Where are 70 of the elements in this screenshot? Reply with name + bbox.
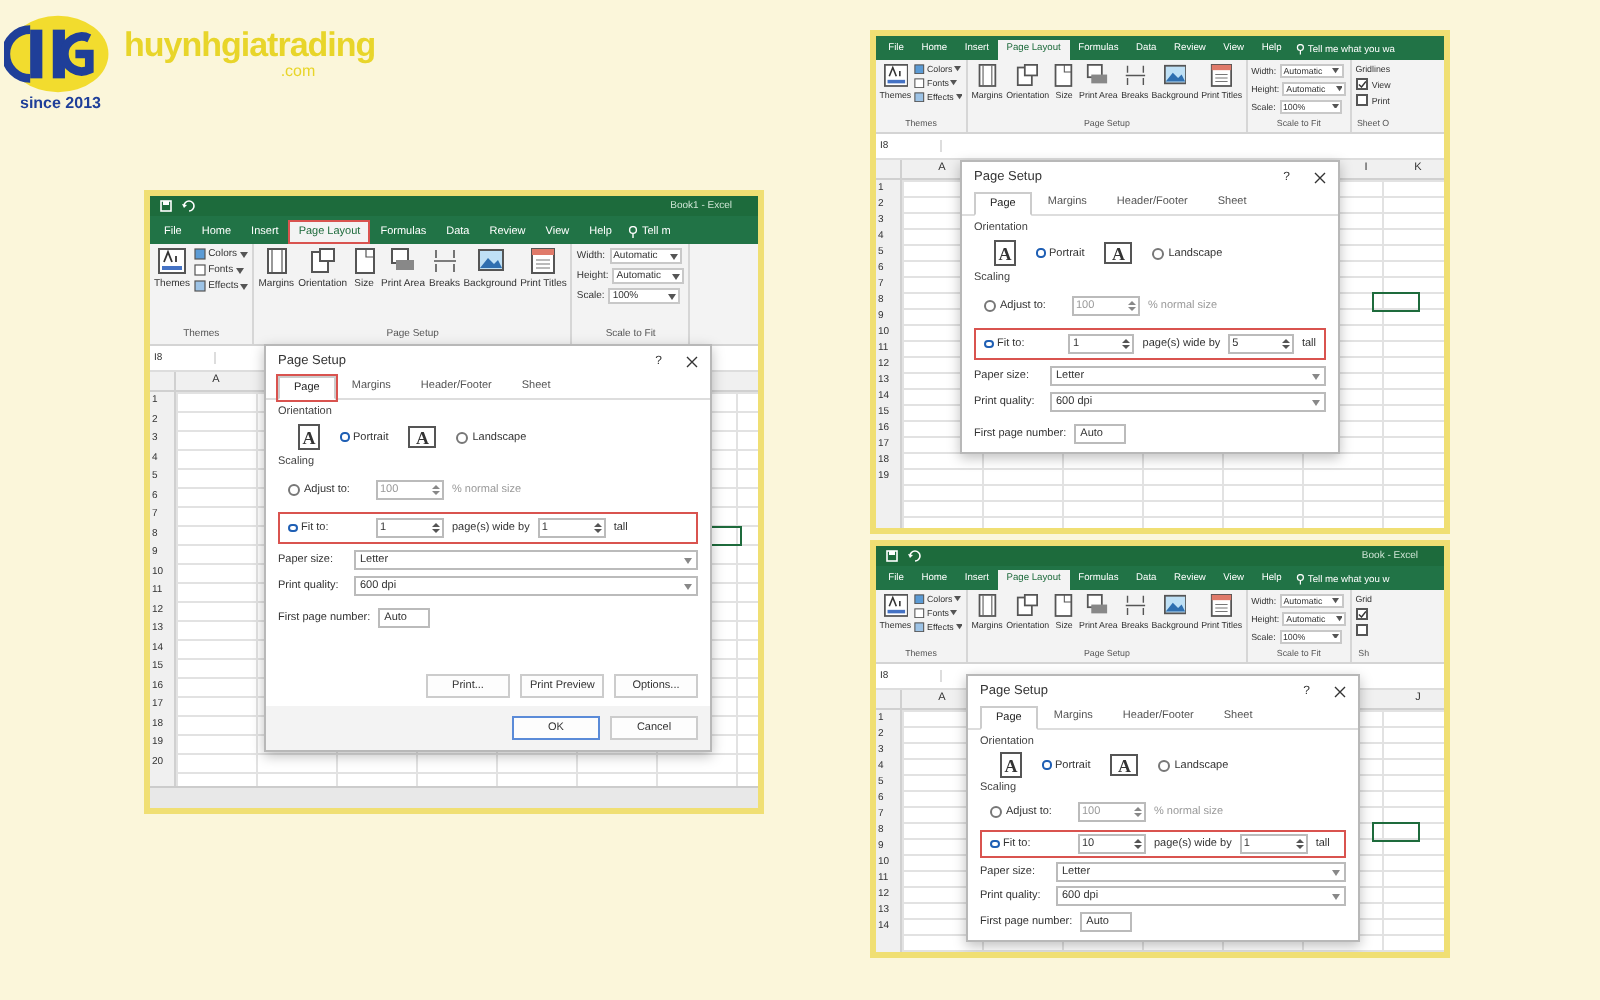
checkbox[interactable] [1355,93,1369,107]
swatch-icon [194,280,207,292]
undo-icon[interactable] [908,550,922,562]
caret-icon [1335,616,1343,622]
caret-icon [1312,399,1320,405]
swatch-icon [194,264,207,276]
page-icon: A [298,424,320,450]
landscape-image-icon [1163,594,1187,617]
brand-name: huynhgiatrading [124,28,376,64]
spinner-icon [1128,300,1136,312]
caret-icon [684,583,692,589]
close-icon[interactable] [1334,685,1346,697]
caret-icon [239,251,248,257]
lightbulb-icon [627,226,638,238]
spinner-icon [1295,838,1304,850]
checkbox[interactable] [1355,623,1369,637]
save-icon[interactable] [886,550,898,562]
caret-icon [1332,893,1340,899]
spinner-icon [1134,806,1142,818]
swatch-icon [914,92,926,103]
page-break-icon [1123,64,1147,87]
swatch-icon [914,622,926,633]
spinner-icon [1134,838,1142,850]
swatch-icon [194,248,207,260]
caret-icon [1312,373,1320,379]
spinner-icon [1122,338,1131,350]
close-icon[interactable] [686,355,698,367]
active-cell[interactable] [1372,822,1420,843]
brand-domain: .com [280,64,316,80]
caret-icon [684,557,692,563]
close-icon[interactable] [1314,171,1326,183]
page-icon: A [1110,754,1139,776]
undo-icon[interactable] [182,200,196,212]
page-break-icon [1123,594,1147,617]
spinner-icon [432,484,440,496]
page-icon: A [994,240,1016,266]
swatch-icon [914,78,926,89]
swatch-icon [914,608,926,619]
page-icon: A [408,426,437,448]
lightbulb-icon [1295,44,1305,56]
brand-tagline: since 2013 [20,94,101,112]
swatch-icon [914,594,926,605]
caret-icon [1332,103,1340,109]
caret-icon [1332,869,1340,875]
caret-icon [1332,633,1340,639]
caret-icon [669,253,678,259]
checkmark-icon [1357,609,1367,619]
caret-icon [235,267,244,273]
checkbox[interactable] [1355,77,1369,91]
caret-icon [1332,68,1340,74]
caret-icon [1335,86,1343,92]
logo-icon [4,14,112,94]
page-icon: A [1000,752,1022,778]
caret-icon [240,283,249,289]
spinner-icon [1281,338,1290,350]
caret-icon [668,293,677,299]
lightbulb-icon [1295,574,1305,586]
save-icon[interactable] [160,200,172,212]
spinner-icon [593,522,602,534]
landscape-image-icon [477,248,504,274]
swatch-icon [914,64,926,75]
caret-icon [672,273,681,279]
caret-icon [1332,598,1340,604]
page-icon: A [1104,242,1133,264]
checkmark-icon [1357,79,1367,89]
landscape-image-icon [1163,64,1187,87]
active-cell[interactable] [1372,292,1420,313]
spinner-icon [432,522,440,534]
checkbox[interactable] [1355,607,1369,621]
page-break-icon [431,248,458,274]
